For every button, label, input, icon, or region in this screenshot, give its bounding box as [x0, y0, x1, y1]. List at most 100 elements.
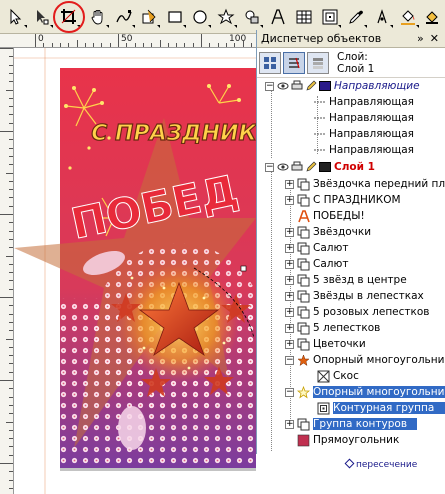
outline-tool[interactable]: [370, 5, 394, 29]
tree-item[interactable]: + 5 звёзд в центре: [285, 272, 407, 288]
ruler-tick: [6, 172, 13, 174]
collapse-icon[interactable]: −: [285, 387, 294, 397]
fill-tool[interactable]: [396, 5, 420, 29]
group-icon: [297, 322, 310, 335]
expand-icon[interactable]: +: [285, 307, 294, 317]
basic-shapes-tool[interactable]: [240, 5, 264, 29]
ruler-tick: [9, 122, 13, 124]
expand-icon[interactable]: +: [285, 179, 294, 189]
collapse-icon[interactable]: −: [265, 81, 274, 91]
ruler-tick: [9, 487, 13, 489]
artwork: С ПРАЗДНИК ПОБЕД: [14, 48, 256, 494]
smart-fill-tool[interactable]: [137, 5, 161, 29]
docker-collapse-icon[interactable]: »: [417, 32, 424, 45]
ruler-tick: [93, 43, 95, 47]
expand-icon[interactable]: +: [285, 419, 294, 429]
expand-icon[interactable]: +: [285, 339, 294, 349]
contour-icon: [317, 402, 330, 415]
ruler-tick: [9, 230, 13, 232]
shape-tool[interactable]: [30, 5, 54, 29]
eyedropper-tool[interactable]: [344, 5, 368, 29]
pick-tool[interactable]: [4, 5, 28, 29]
layer-manager-view-button[interactable]: [307, 51, 329, 74]
table-tool[interactable]: [292, 5, 316, 29]
collapse-icon[interactable]: −: [265, 162, 274, 172]
expand-icon[interactable]: +: [285, 195, 294, 205]
docker-close-icon[interactable]: ✕: [430, 32, 439, 45]
interactive-fill-tool[interactable]: [420, 5, 444, 29]
ruler-tick: [9, 438, 13, 440]
group-icon: [297, 194, 310, 207]
ruler-tick: [250, 43, 252, 47]
layer-visibility-icons[interactable]: [277, 161, 331, 173]
tree-item[interactable]: + Салют: [285, 240, 348, 256]
object-tree[interactable]: − Направляющие Направляющая Направляющая…: [257, 78, 445, 452]
collapse-icon[interactable]: −: [285, 355, 294, 365]
snap-marker-icon: [344, 458, 355, 469]
drawing-canvas[interactable]: С ПРАЗДНИК ПОБЕД: [14, 48, 256, 494]
ruler-tick: [9, 272, 13, 274]
horizontal-ruler[interactable]: 0 50 100: [0, 34, 256, 48]
item-label: С ПРАЗДНИКОМ: [313, 194, 401, 206]
tree-item[interactable]: Скос: [317, 368, 359, 384]
ruler-tick: [9, 147, 13, 149]
tree-item-selected[interactable]: − Опорный многоугольник: [285, 384, 445, 400]
guide-row[interactable]: Направляющая: [313, 142, 414, 158]
show-object-properties-button[interactable]: [259, 51, 281, 74]
tree-item-selected[interactable]: + Группа контуров: [285, 416, 418, 432]
expand-icon[interactable]: +: [285, 323, 294, 333]
freehand-tool[interactable]: [112, 5, 136, 29]
text-tool[interactable]: [266, 5, 290, 29]
guide-row[interactable]: Направляющая: [313, 110, 414, 126]
tree-item[interactable]: ПОБЕДЫ!: [297, 208, 365, 224]
star-tool[interactable]: [214, 5, 238, 29]
guide-row[interactable]: Направляющая: [313, 126, 414, 142]
ruler-tick: [9, 72, 13, 74]
edit-across-layers-button[interactable]: [283, 51, 305, 74]
vertical-ruler[interactable]: [0, 48, 14, 494]
ellipse-tool[interactable]: [188, 5, 212, 29]
ruler-tick: [101, 43, 103, 47]
tree-item[interactable]: − Опорный многоугольник: [285, 352, 445, 368]
layer-row-layer1[interactable]: − Слой 1: [265, 159, 375, 175]
tree-item[interactable]: + Цветочки: [285, 336, 366, 352]
item-label: 5 звёзд в центре: [313, 274, 407, 286]
ruler-tick: [0, 48, 13, 49]
tree-item-selected[interactable]: Контурная группа: [317, 400, 445, 416]
ruler-tick: [225, 43, 227, 47]
tree-item[interactable]: + Звёздочки: [285, 224, 371, 240]
tree-item[interactable]: + С ПРАЗДНИКОМ: [285, 192, 401, 208]
item-label: Звёзды в лепестках: [313, 290, 424, 302]
eye-icon: [277, 82, 289, 90]
expand-icon[interactable]: +: [285, 227, 294, 237]
item-label: Опорный многоугольник: [313, 386, 445, 398]
rectangle-tool[interactable]: [163, 5, 187, 29]
ruler-tick: [184, 43, 186, 47]
expand-icon[interactable]: +: [285, 291, 294, 301]
tree-item[interactable]: Прямоугольник: [297, 432, 399, 448]
tree-item[interactable]: + 5 лепестков: [285, 320, 380, 336]
ruler-tick: [9, 263, 13, 265]
guide-row[interactable]: Направляющая: [313, 94, 414, 110]
printer-icon: [291, 161, 303, 171]
object-manager-docker[interactable]: Диспетчер объектов » ✕ Слой: Слой 1 − На…: [256, 30, 445, 454]
ruler-tick: [68, 43, 70, 47]
ruler-tick: [9, 313, 13, 315]
tree-item[interactable]: + Салют: [285, 256, 348, 272]
tree-item[interactable]: + 5 розовых лепестков: [285, 304, 429, 320]
group-icon: [297, 258, 310, 271]
layer-visibility-icons[interactable]: [277, 80, 331, 92]
expand-icon[interactable]: +: [285, 259, 294, 269]
item-label: Салют: [313, 242, 349, 254]
ruler-tick: [9, 446, 13, 448]
ruler-tick: [192, 43, 194, 47]
tree-item[interactable]: + Звёзды в лепестках: [285, 288, 424, 304]
expand-icon[interactable]: +: [285, 243, 294, 253]
expand-icon[interactable]: +: [285, 275, 294, 285]
blend-tool[interactable]: [318, 5, 342, 29]
item-label: Салют: [313, 258, 349, 270]
tree-item[interactable]: + Звёздочка передний пл: [285, 176, 445, 192]
ruler-tick: [9, 346, 13, 348]
layer-row-guides[interactable]: − Направляющие: [265, 78, 420, 94]
pan-tool[interactable]: [86, 5, 110, 29]
